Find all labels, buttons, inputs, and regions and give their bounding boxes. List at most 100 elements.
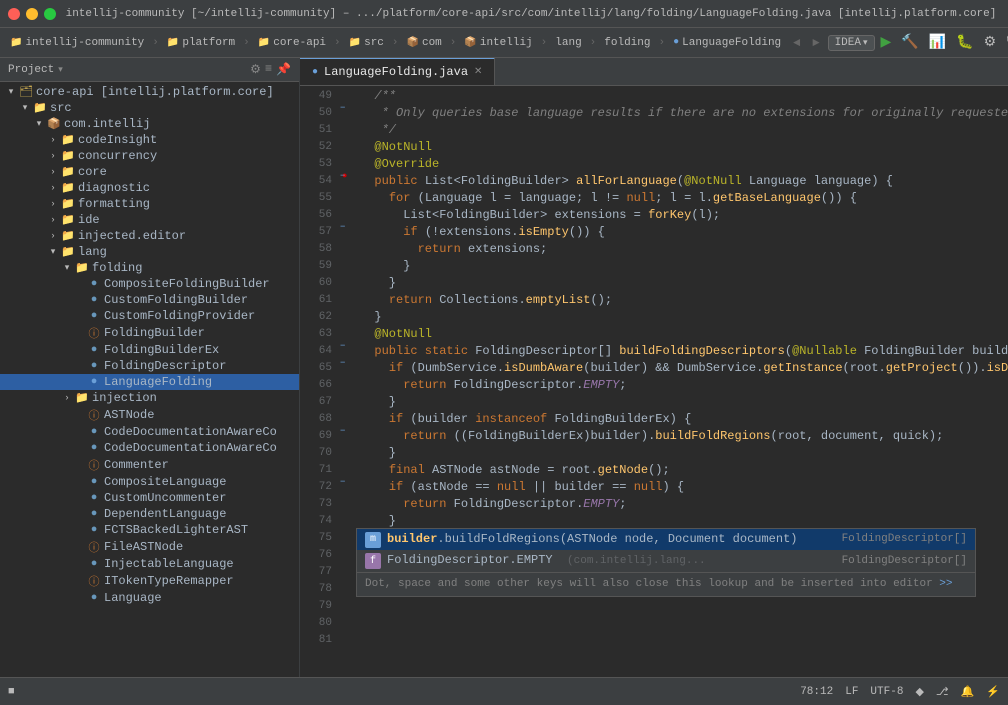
nav-item-lang[interactable]: lang (551, 35, 585, 51)
nav-item-platform[interactable]: 📁 platform (163, 35, 239, 51)
settings-button[interactable]: ⚙ (982, 32, 999, 53)
code-content[interactable]: /** * Only queries base language results… (356, 86, 1008, 677)
sidebar-pin-icon[interactable]: 📌 (276, 62, 291, 77)
tree-item-folding-builder-ex[interactable]: ● FoldingBuilderEx (0, 342, 299, 358)
code-line-73: final ASTNode astNode = root.getNode(); (356, 462, 1008, 479)
tree-item-codeinsight[interactable]: › 📁 codeInsight (0, 132, 299, 148)
tree-item-dependent-lang[interactable]: ● DependentLanguage (0, 506, 299, 522)
tree-item-src[interactable]: ▾ 📁 src (0, 100, 299, 116)
ac-item-empty[interactable]: f FoldingDescriptor.EMPTY (com.intellij.… (357, 550, 975, 572)
tree-item-custom-provider[interactable]: ● CustomFoldingProvider (0, 308, 299, 324)
ac-item-buildfoldregions[interactable]: m builder.buildFoldRegions(ASTNode node,… (357, 529, 975, 550)
tree-item-injectable-lang[interactable]: ● InjectableLanguage (0, 556, 299, 572)
line-endings[interactable]: LF (845, 686, 858, 698)
nav-item-src[interactable]: 📁 src (345, 35, 388, 51)
fold-marker-4[interactable]: − (340, 341, 345, 351)
tree-item-file-astnode[interactable]: ⓘ FileASTNode (0, 538, 299, 556)
nav-item-core-api[interactable]: 📁 core-api (254, 35, 330, 51)
fold-marker-1[interactable]: − (340, 103, 345, 113)
tree-item-commenter[interactable]: ⓘ Commenter (0, 456, 299, 474)
fold-marker-3[interactable]: − (340, 222, 345, 232)
profile-button[interactable]: 📊 (927, 32, 948, 53)
nav-item-com[interactable]: 📦 com (403, 35, 446, 51)
nav-sep-5: › (450, 37, 457, 49)
ac-text-1: builder.buildFoldRegions(ASTNode node, D… (387, 531, 797, 548)
fold-marker-6[interactable]: − (340, 426, 345, 436)
nav-item-intellij[interactable]: 📦 intellij (460, 35, 536, 51)
fold-marker-5[interactable]: − (340, 358, 345, 368)
project-dropdown-icon[interactable]: ▾ (58, 65, 63, 75)
com-intellij-icon: 📦 (46, 117, 62, 131)
nav-item-project[interactable]: 📁 intellij-community (6, 35, 148, 51)
tree-item-injection[interactable]: › 📁 injection (0, 390, 299, 406)
tree-arrow-formatting: › (46, 199, 60, 209)
tree-item-composite-lang[interactable]: ● CompositeLanguage (0, 474, 299, 490)
close-button[interactable] (8, 8, 20, 20)
sidebar-header: Project ▾ ⚙ ≡ 📌 (0, 58, 299, 82)
tab-language-folding[interactable]: ● LanguageFolding.java ✕ (300, 58, 495, 85)
tree-item-coda2[interactable]: ● CodeDocumentationAwareCo (0, 440, 299, 456)
tree-label-formatting: formatting (78, 197, 150, 211)
tree-item-itoken[interactable]: ⓘ ITokenTypeRemapper (0, 572, 299, 590)
tree-item-custom-folding[interactable]: ● CustomFoldingBuilder (0, 292, 299, 308)
nav-label-folding: folding (604, 37, 650, 49)
tree-item-composite-folding[interactable]: ● CompositeFoldingBuilder (0, 276, 299, 292)
tab-icon: ● (312, 67, 318, 78)
sidebar-layout-icon[interactable]: ≡ (265, 62, 272, 77)
hint-link[interactable]: >> (939, 578, 952, 590)
tree-item-lang[interactable]: ▾ 📁 lang (0, 244, 299, 260)
fold-marker-7[interactable]: − (340, 477, 345, 487)
build-button[interactable]: 🔨 (899, 32, 920, 53)
tree-arrow-src: ▾ (18, 103, 32, 113)
tree-label-src: src (50, 101, 72, 115)
encoding[interactable]: UTF-8 (870, 686, 903, 698)
tree-item-folding-builder[interactable]: ⓘ FoldingBuilder (0, 324, 299, 342)
tree-item-diagnostic[interactable]: › 📁 diagnostic (0, 180, 299, 196)
code-line-54: public List<FoldingBuilder> allForLangua… (356, 173, 1008, 190)
tree-item-coda1[interactable]: ● CodeDocumentationAwareCo (0, 424, 299, 440)
custom-folding-icon: ● (86, 294, 102, 306)
tree-item-folding-descriptor[interactable]: ● FoldingDescriptor (0, 358, 299, 374)
nav-sep-2: › (243, 37, 250, 49)
search-button[interactable]: 🔍 (1004, 32, 1008, 53)
nav-item-folding[interactable]: folding (600, 35, 654, 51)
tree-item-folding[interactable]: ▾ 📁 folding (0, 260, 299, 276)
tree-arrow-codeinsight: › (46, 135, 60, 145)
class-icon: ● (673, 37, 679, 48)
fold-marker-2[interactable]: − (340, 171, 345, 181)
editor-area: ● LanguageFolding.java ✕ 49 50 51 52 53 … (300, 58, 1008, 677)
code-line-56: List<FoldingBuilder> extensions = forKey… (356, 207, 1008, 224)
tree-item-fcts[interactable]: ● FCTSBackedLighterAST (0, 522, 299, 538)
tree-item-concurrency[interactable]: › 📁 concurrency (0, 148, 299, 164)
tree-arrow-injection: › (60, 393, 74, 403)
tree-item-astnode[interactable]: ⓘ ASTNode (0, 406, 299, 424)
tree-item-injected-editor[interactable]: › 📁 injected.editor (0, 228, 299, 244)
tree-item-ide[interactable]: › 📁 ide (0, 212, 299, 228)
code-line-74: if (astNode == null || builder == null) … (356, 479, 1008, 496)
status-bar: ■ 78:12 LF UTF-8 ◆ ⎇ 🔔 ⚡ (0, 677, 1008, 705)
cursor-position: 78:12 (800, 686, 833, 698)
debug-button[interactable]: 🐛 (954, 32, 975, 53)
minimize-button[interactable] (26, 8, 38, 20)
tree-item-formatting[interactable]: › 📁 formatting (0, 196, 299, 212)
sidebar-gear-icon[interactable]: ⚙ (250, 62, 261, 77)
code-line-72: } (356, 445, 1008, 462)
tree-item-core[interactable]: › 📁 core (0, 164, 299, 180)
tree-item-language-folding[interactable]: ● LanguageFolding (0, 374, 299, 390)
tree-item-custom-uncommenter[interactable]: ● CustomUncommenter (0, 490, 299, 506)
tree-item-com-intellij[interactable]: ▾ 📦 com.intellij (0, 116, 299, 132)
tree-label-folding: folding (92, 261, 142, 275)
nav-label-src: src (364, 37, 384, 49)
code-line-52: @NotNull (356, 139, 1008, 156)
notifications-icon[interactable]: 🔔 (961, 685, 975, 699)
run-button[interactable]: ▶ (879, 32, 894, 53)
codeinsight-icon: 📁 (60, 133, 76, 147)
tree-item-root[interactable]: ▾ 🗂 core-api [intellij.platform.core] (0, 84, 299, 100)
nav-item-class[interactable]: ● LanguageFolding (669, 35, 785, 51)
maximize-button[interactable] (44, 8, 56, 20)
tab-close-button[interactable]: ✕ (474, 66, 482, 78)
tree-item-language[interactable]: ● Language (0, 590, 299, 606)
idea-button[interactable]: IDEA ▾ (828, 35, 875, 51)
nav-arrow-right: ► (812, 36, 819, 50)
tree-arrow-injected: › (46, 231, 60, 241)
